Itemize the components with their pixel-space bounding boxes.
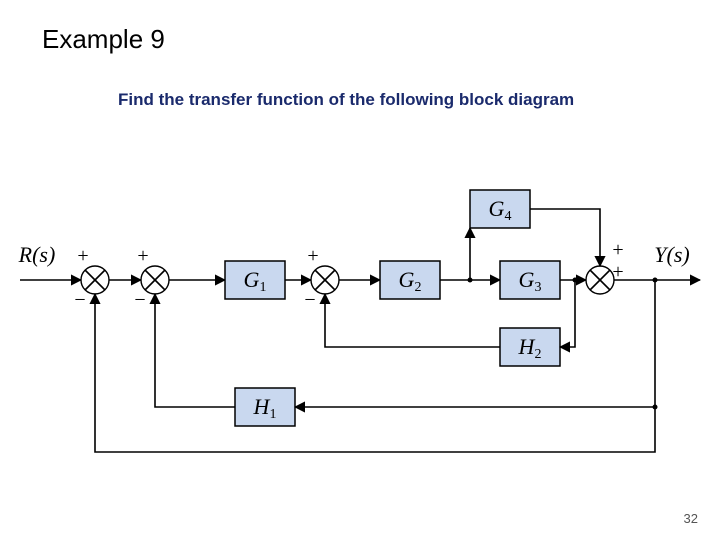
block-h1: H1 bbox=[235, 388, 295, 426]
block-g4: G4 bbox=[470, 190, 530, 228]
block-g2: G2 bbox=[380, 261, 440, 299]
block-g3: G3 bbox=[500, 261, 560, 299]
s1-sign-minus: − bbox=[74, 289, 85, 311]
s2-sign-minus: − bbox=[134, 289, 145, 311]
summer-4 bbox=[586, 266, 614, 294]
s3-sign-minus: − bbox=[304, 289, 315, 311]
block-h2: H2 bbox=[500, 328, 560, 366]
input-label: R(s) bbox=[18, 242, 56, 267]
s2-sign-plus: + bbox=[137, 245, 148, 267]
s3-sign-plus: + bbox=[307, 245, 318, 267]
s1-sign-plus: + bbox=[77, 245, 88, 267]
block-g1: G1 bbox=[225, 261, 285, 299]
block-diagram: R(s) + − + − G1 + − G2 bbox=[0, 0, 720, 540]
output-label: Y(s) bbox=[654, 242, 689, 267]
node-outer-split bbox=[653, 405, 658, 410]
s4-sign-plus-top: + bbox=[612, 239, 623, 261]
